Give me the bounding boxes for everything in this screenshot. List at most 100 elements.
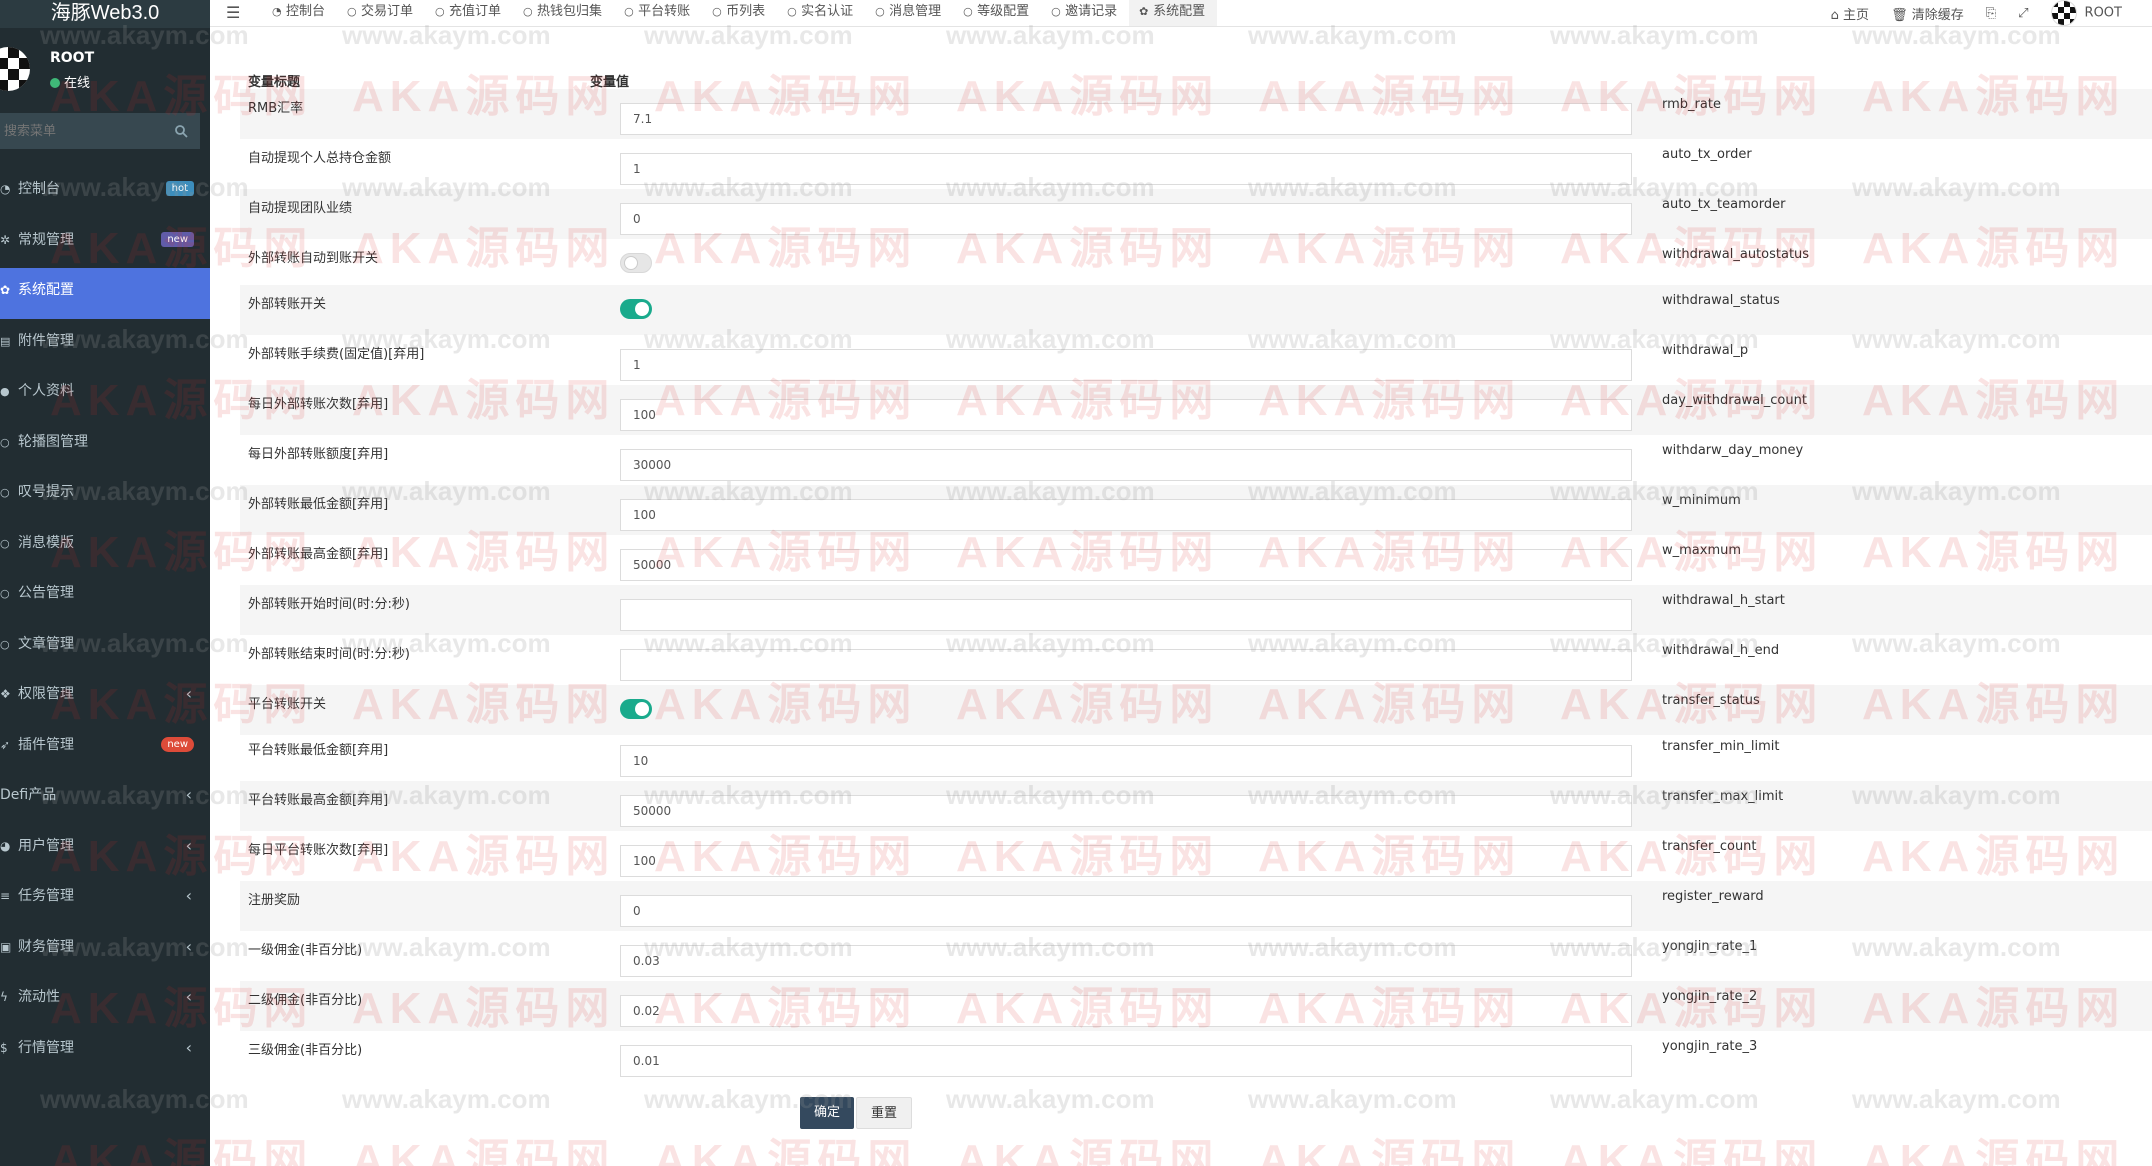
sidebar-item-market[interactable]: $ 行情管理 ‹: [0, 1026, 210, 1077]
config-label: 每日外部转账额度[弃用]: [248, 447, 389, 462]
config-input[interactable]: [620, 499, 1632, 531]
config-key: transfer_min_limit: [1662, 739, 1780, 754]
rocket-icon: ➶: [0, 737, 11, 752]
sidebar-item-profile[interactable]: ● 个人资料: [0, 369, 210, 420]
sidebar-item-message-templates[interactable]: ○ 消息模版: [0, 521, 210, 572]
sidebar-item-articles[interactable]: ○ 文章管理: [0, 622, 210, 673]
config-input[interactable]: [620, 399, 1632, 431]
avatar[interactable]: [0, 47, 30, 91]
tab-label: 系统配置: [1153, 4, 1206, 19]
menu-toggle-icon[interactable]: ☰: [226, 3, 240, 22]
sidebar-item-attachments[interactable]: ▤ 附件管理: [0, 319, 210, 370]
config-input[interactable]: [620, 995, 1632, 1027]
tab-messages[interactable]: ○ 消息管理: [865, 0, 953, 26]
config-toggle[interactable]: [620, 253, 652, 273]
config-input[interactable]: [620, 449, 1632, 481]
user-panel: ROOT 在线: [0, 28, 210, 114]
sidebar-item-general[interactable]: ✲ 常规管理 new: [0, 218, 210, 269]
tasks-icon: ≡: [0, 889, 11, 903]
users-icon: ◕: [0, 838, 11, 853]
sidebar-item-permissions[interactable]: ❖ 权限管理 ‹: [0, 672, 210, 723]
config-label: 外部转账结束时间(时:分:秒): [248, 647, 410, 662]
config-input[interactable]: [620, 549, 1632, 581]
config-key: transfer_count: [1662, 839, 1757, 854]
config-input[interactable]: [620, 945, 1632, 977]
sidebar-item-tasks[interactable]: ≡ 任务管理 ‹: [0, 874, 210, 925]
config-key: withdrawal_p: [1662, 343, 1749, 358]
circle-icon: ○: [0, 637, 10, 651]
user-menu[interactable]: ROOT: [2050, 0, 2122, 26]
tab-system-config[interactable]: ✿ 系统配置: [1129, 0, 1218, 26]
tab-trade-orders[interactable]: ○ 交易订单: [337, 0, 425, 26]
config-key: withdrawal_autostatus: [1662, 247, 1810, 262]
toggle-knob: [624, 256, 638, 270]
config-key: w_maxmum: [1662, 543, 1742, 558]
config-label: 平台转账最高金额[弃用]: [248, 793, 389, 808]
sidebar: 海豚Web3.0 ROOT 在线 ◔ 控制台 hot ✲ 常规管理 new ✿ 系统配置 …: [0, 0, 210, 1166]
chevron-left-icon: ‹: [185, 1037, 192, 1057]
chevron-left-icon: ‹: [185, 684, 192, 703]
app-logo[interactable]: 海豚Web3.0: [0, 0, 210, 28]
circle-icon: ○: [435, 5, 445, 18]
config-label: 外部转账手续费(固定值)[弃用]: [248, 347, 425, 362]
tab-platform-transfer[interactable]: ○ 平台转账: [614, 0, 702, 26]
menu-search-input[interactable]: [0, 113, 164, 149]
config-input[interactable]: [620, 103, 1632, 135]
file-icon: ▤: [0, 334, 11, 348]
sidebar-item-finance[interactable]: ▣ 财务管理 ‹: [0, 925, 210, 976]
sidebar-item-announcements[interactable]: ○ 公告管理: [0, 571, 210, 622]
sidebar-item-users[interactable]: ◕ 用户管理 ‹: [0, 824, 210, 875]
sidebar-item-label: 用户管理: [18, 837, 74, 854]
config-toggle[interactable]: [620, 299, 652, 319]
config-key: register_reward: [1662, 889, 1764, 904]
tab-recharge-orders[interactable]: ○ 充值订单: [425, 0, 513, 26]
fullscreen-icon[interactable]: ⤢: [2018, 6, 2028, 21]
home-icon: ⌂: [1830, 7, 1839, 23]
config-input[interactable]: [620, 649, 1632, 681]
config-input[interactable]: [620, 895, 1632, 927]
clear-cache-button[interactable]: 🗑 清除缓存: [1891, 4, 1964, 23]
config-input[interactable]: [620, 599, 1632, 631]
config-key: rmb_rate: [1662, 97, 1721, 112]
sidebar-item-plugins[interactable]: ➶ 插件管理 new: [0, 723, 210, 774]
config-key: yongjin_rate_3: [1662, 1039, 1758, 1054]
sidebar-item-label: 流动性: [18, 989, 60, 1005]
home-link[interactable]: ⌂ 主页: [1831, 4, 1869, 23]
tab-coin-list[interactable]: ○ 币列表: [702, 0, 777, 26]
config-input[interactable]: [620, 349, 1632, 381]
config-row: 自动提现个人总持仓金额 auto_tx_order: [240, 139, 2152, 189]
config-key: withdrawal_h_end: [1662, 643, 1780, 658]
sidebar-item-tips[interactable]: ○ 叹号提示: [0, 470, 210, 521]
config-input[interactable]: [620, 845, 1632, 877]
sidebar-item-carousel[interactable]: ○ 轮播图管理: [0, 420, 210, 471]
config-toggle[interactable]: [620, 699, 652, 719]
config-input[interactable]: [620, 153, 1632, 185]
config-row: 外部转账手续费(固定值)[弃用] withdrawal_p: [240, 335, 2152, 385]
chevron-left-icon: ‹: [185, 785, 192, 804]
config-label: 自动提现团队业绩: [248, 201, 353, 216]
config-row: 注册奖励 register_reward: [240, 881, 2152, 931]
sidebar-item-defi[interactable]: Defi产品 ‹: [0, 773, 210, 824]
new-badge: new: [161, 736, 194, 752]
config-row: 三级佣金(非百分比) yongjin_rate_3: [240, 1031, 2152, 1081]
language-icon[interactable]: ⎘: [1986, 6, 1996, 21]
sidebar-item-system-config[interactable]: ✿ 系统配置: [0, 268, 210, 319]
config-input[interactable]: [620, 203, 1632, 235]
chevron-left-icon: ‹: [185, 987, 192, 1006]
config-input[interactable]: [620, 745, 1632, 777]
confirm-button[interactable]: 确定: [800, 1097, 855, 1129]
config-key: w_minimum: [1662, 493, 1741, 508]
tab-kyc[interactable]: ○ 实名认证: [777, 0, 865, 26]
reset-button[interactable]: 重置: [856, 1097, 913, 1129]
config-input[interactable]: [620, 795, 1632, 827]
sidebar-item-dashboard[interactable]: ◔ 控制台 hot: [0, 167, 210, 218]
config-row: 外部转账结束时间(时:分:秒) withdrawal_h_end: [240, 635, 2152, 685]
content-area: 变量标题 变量值 RMB汇率 rmb_rate 自动提现个人总持仓金额 auto_tx…: [210, 27, 2152, 1166]
tab-dashboard[interactable]: ◔ 控制台: [262, 0, 337, 26]
search-icon[interactable]: [174, 124, 188, 142]
tab-levels[interactable]: ○ 等级配置: [953, 0, 1041, 26]
sidebar-item-liquidity[interactable]: ϟ 流动性 ‹: [0, 975, 210, 1026]
tab-hot-wallet[interactable]: ○ 热钱包归集: [513, 0, 614, 26]
config-input[interactable]: [620, 1045, 1632, 1077]
tab-invites[interactable]: ○ 邀请记录: [1041, 0, 1129, 26]
